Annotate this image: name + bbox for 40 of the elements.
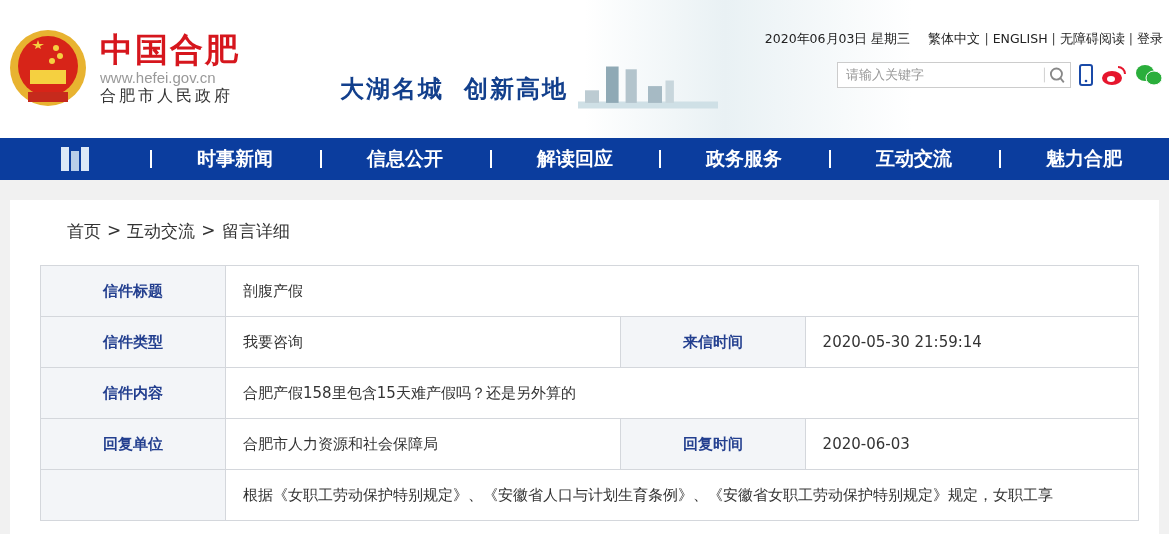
field-label: 来信时间 [620, 316, 806, 368]
field-value: 我要咨询 [225, 316, 621, 368]
field-label: 回复单位 [40, 418, 226, 470]
header-link[interactable]: 登录 [1137, 30, 1163, 48]
field-value: 合肥产假158里包含15天难产假吗？还是另外算的 [225, 367, 1139, 419]
field-value: 合肥市人力资源和社会保障局 [225, 418, 621, 470]
site-subtitle: 合肥市人民政府 [100, 86, 234, 107]
link-separator: | [1051, 30, 1056, 48]
field-label: 信件类型 [40, 316, 226, 368]
field-label: 信件标题 [40, 265, 226, 317]
breadcrumb-link[interactable]: 首页 [67, 220, 101, 243]
nav-item[interactable]: 政务服务 [659, 146, 830, 172]
wechat-icon[interactable] [1135, 63, 1163, 86]
building-logo-icon[interactable] [59, 145, 91, 173]
link-separator: | [1128, 30, 1133, 48]
site-title: 中国合肥 [100, 31, 240, 69]
site-url: www.hefei.gov.cn [100, 69, 216, 86]
field-label: 信件内容 [40, 367, 226, 419]
field-label: 回复时间 [620, 418, 806, 470]
header-link[interactable]: 无障碍阅读 [1059, 30, 1125, 48]
field-value: 2020-06-03 [805, 418, 1139, 470]
breadcrumb-link[interactable]: 互动交流 [127, 220, 196, 243]
nav-item[interactable]: 魅力合肥 [999, 146, 1169, 172]
field-value: 根据《女职工劳动保护特别规定》、《安徽省人口与计划生育条例》、《安徽省女职工劳动保护特别规定》规定，女职工享 [225, 469, 1139, 521]
slogan-text: 大湖名城 [340, 74, 444, 105]
nav-item[interactable]: 解读回应 [489, 146, 660, 172]
field-value: 2020-05-30 21:59:14 [805, 316, 1139, 368]
link-separator: | [984, 30, 989, 48]
slogan-text: 创新高地 [464, 74, 568, 105]
nav-item[interactable]: 信息公开 [319, 146, 490, 172]
date-text: 2020年06月03日 星期三 [764, 30, 911, 48]
header-link[interactable]: ENGLISH [992, 30, 1048, 48]
header-link[interactable]: 繁体中文 [928, 30, 981, 48]
breadcrumb-separator: > [201, 220, 216, 242]
field-value: 剖腹产假 [225, 265, 1139, 317]
breadcrumb-separator: > [107, 220, 122, 242]
nav-item[interactable]: 时事新闻 [150, 146, 320, 172]
mobile-phone-icon[interactable] [1079, 63, 1093, 86]
weibo-icon[interactable] [1101, 63, 1127, 86]
nav-item[interactable]: 互动交流 [829, 146, 1000, 172]
